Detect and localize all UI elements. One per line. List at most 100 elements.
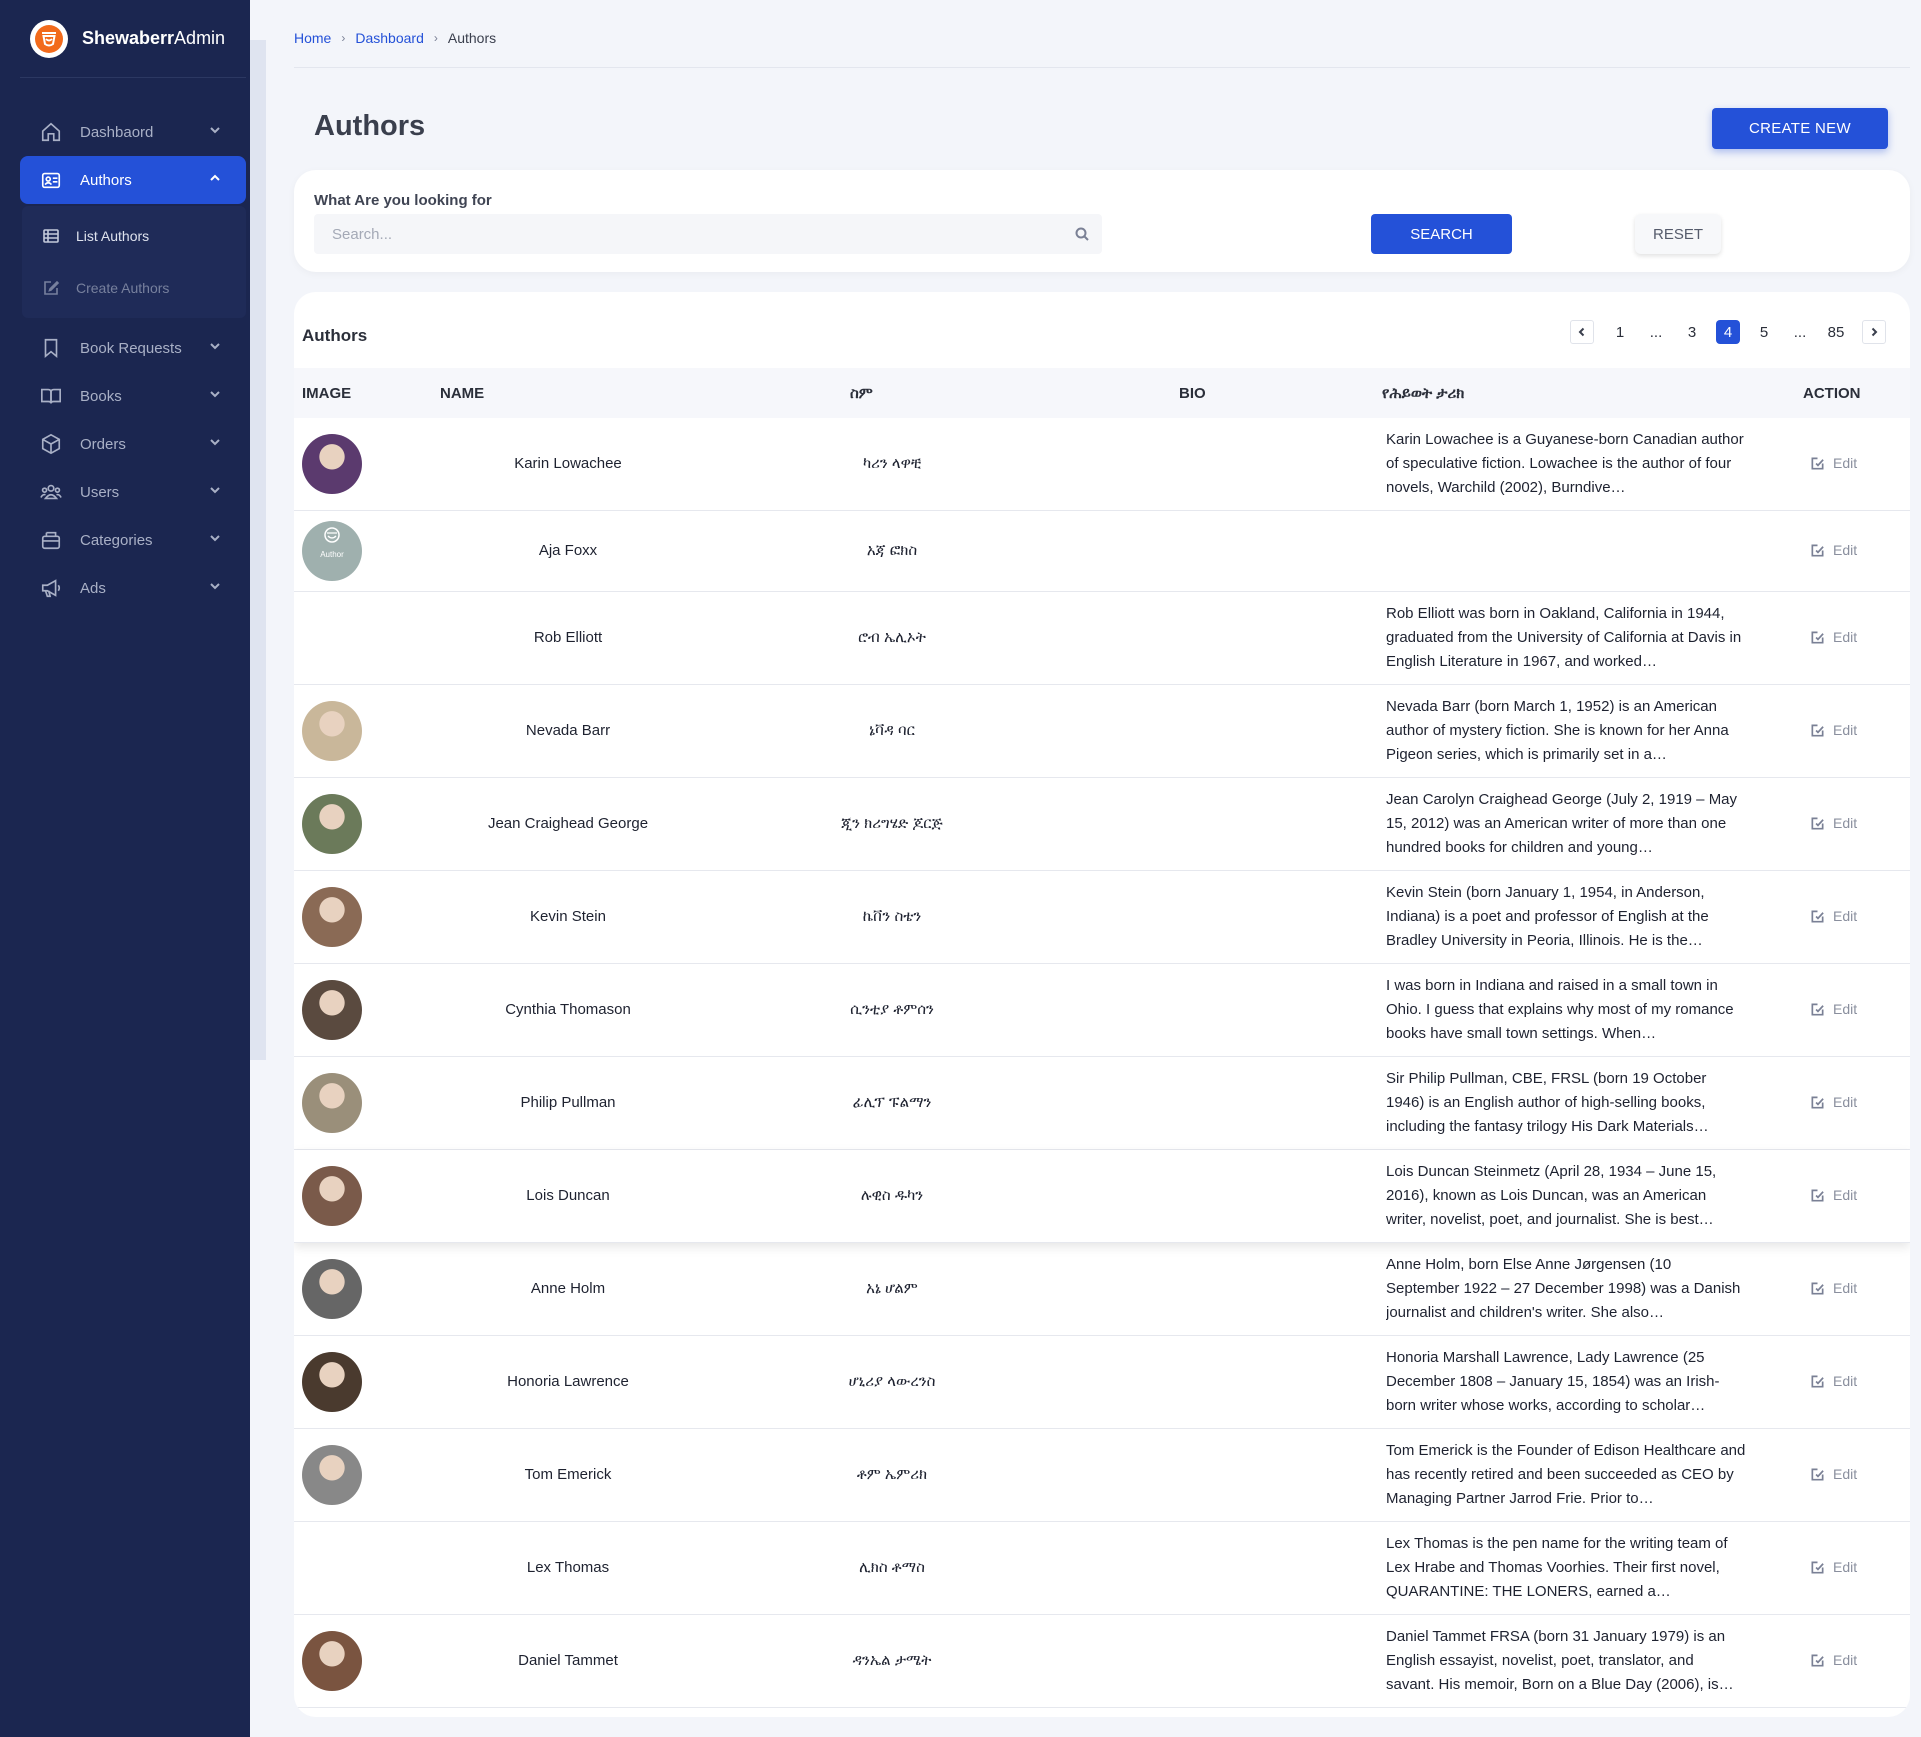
table-row: Cynthia Thomason ሲንቲያ ቶምሰን I was born in I…: [294, 964, 1910, 1057]
chevron-down-icon: [208, 483, 224, 499]
sidebar-item-authors[interactable]: Authors: [20, 156, 246, 204]
table-row: Philip Pullman ፊሊፕ ፑልማን Sir Philip Pullman…: [294, 1057, 1910, 1150]
edit-button[interactable]: Edit: [1810, 1280, 1857, 1296]
sidebar-item-book-requests[interactable]: Book Requests: [20, 324, 246, 372]
breadcrumb-home[interactable]: Home: [294, 30, 331, 46]
author-bio: Nevada Barr (born March 1, 1952) is an A…: [1386, 698, 1729, 763]
edit-label: Edit: [1833, 1373, 1858, 1389]
author-avatar: Author: [302, 521, 362, 581]
create-new-button[interactable]: CREATE NEW: [1712, 108, 1888, 149]
search-input[interactable]: [314, 214, 1054, 254]
breadcrumb: Home › Dashboard › Authors: [294, 30, 496, 46]
page-1[interactable]: 1: [1608, 320, 1632, 344]
sidebar-item-users[interactable]: Users: [20, 468, 246, 516]
layers-icon: [40, 529, 62, 551]
bookmark-icon: [40, 337, 62, 359]
edit-button[interactable]: Edit: [1810, 815, 1857, 831]
edit-label: Edit: [1833, 1652, 1858, 1668]
page-85[interactable]: 85: [1824, 320, 1848, 344]
search-icon[interactable]: [1074, 226, 1090, 242]
page-ellipsis: ...: [1793, 323, 1807, 341]
table-icon: [42, 227, 60, 245]
author-bio: Honoria Marshall Lawrence, Lady Lawrence…: [1386, 1349, 1720, 1414]
author-name-amharic: ጂን ክሪግሄድ ጆርጅ: [841, 815, 943, 832]
author-bio: Rob Elliott was born in Oakland, Califor…: [1386, 605, 1742, 670]
table-row: Karin Lowachee ካሪን ላዋቺ Karin Lowachee is a…: [294, 418, 1910, 511]
sidebar-item-books[interactable]: Books: [20, 372, 246, 420]
page-5[interactable]: 5: [1752, 320, 1776, 344]
edit-icon: [1811, 544, 1824, 556]
edit-button[interactable]: Edit: [1810, 629, 1857, 645]
sidebar-item-label: Categories: [80, 531, 153, 549]
edit-label: Edit: [1833, 1001, 1858, 1017]
edit-button[interactable]: Edit: [1810, 542, 1857, 558]
edit-button[interactable]: Edit: [1810, 1559, 1857, 1575]
edit-button[interactable]: Edit: [1810, 1187, 1857, 1203]
author-avatar: [302, 1166, 362, 1226]
box-icon: [40, 433, 62, 455]
sidebar-subitem-list-authors[interactable]: List Authors: [22, 210, 246, 262]
edit-label: Edit: [1833, 908, 1858, 924]
prev-page-button[interactable]: [1570, 320, 1594, 344]
author-name-amharic: አኔ ሆልም: [866, 1280, 918, 1297]
edit-button[interactable]: Edit: [1810, 1001, 1857, 1017]
author-name: Cynthia Thomason: [505, 1001, 631, 1018]
sidebar-item-orders[interactable]: Orders: [20, 420, 246, 468]
edit-label: Edit: [1833, 1466, 1858, 1482]
authors-subnav: List Authors Create Authors: [22, 206, 246, 318]
edit-label: Edit: [1833, 722, 1858, 738]
sidebar-item-ads[interactable]: Ads: [20, 564, 246, 612]
author-name: Aja Foxx: [538, 542, 598, 559]
page-3[interactable]: 3: [1680, 320, 1704, 344]
sidebar-item-label: Authors: [80, 171, 132, 189]
sidebar-item-label: Dashbaord: [80, 123, 154, 141]
author-name: Kevin Stein: [530, 908, 606, 925]
edit-label: Edit: [1833, 815, 1858, 831]
table-header: IMAGE NAME ስም BIO የሕይወት ታሪክ ACTION: [294, 368, 1910, 418]
sidebar-item-categories[interactable]: Categories: [20, 516, 246, 564]
authors-table-card: Authors 1 ... 3 4 5 ... 85 IMAGE NAME ስም…: [294, 292, 1910, 1717]
author-bio: I was born in Indiana and raised in a sm…: [1386, 977, 1734, 1042]
edit-button[interactable]: Edit: [1810, 1652, 1857, 1668]
edit-button[interactable]: Edit: [1810, 1373, 1857, 1389]
author-name: Philip Pullman: [520, 1094, 616, 1111]
edit-button[interactable]: Edit: [1810, 455, 1857, 471]
chevron-down-icon: [208, 123, 224, 139]
table-row: Tom Emerick ቶም ኤምሪክ Tom Emerick is the Fou…: [294, 1429, 1910, 1522]
author-bio: Anne Holm, born Else Anne Jørgensen (10 …: [1386, 1256, 1741, 1321]
chevron-up-icon: [208, 171, 224, 187]
reset-button[interactable]: RESET: [1635, 214, 1721, 254]
svg-text:Author: Author: [320, 550, 344, 559]
open-book-icon: [40, 385, 62, 407]
sidebar-item-dashboard[interactable]: Dashbaord: [20, 108, 246, 156]
edit-button[interactable]: Edit: [1810, 722, 1857, 738]
main-content: Home › Dashboard › Authors Authors CREAT…: [266, 0, 1921, 1737]
sidebar-item-label: Book Requests: [80, 339, 182, 357]
page-title: Authors: [314, 110, 426, 142]
table-row: Anne Holm አኔ ሆልም Anne Holm, born Else Anne…: [294, 1243, 1910, 1336]
next-page-button[interactable]: [1862, 320, 1886, 344]
author-avatar: [302, 887, 362, 947]
author-bio: Lois Duncan Steinmetz (April 28, 1934 – …: [1386, 1163, 1717, 1228]
users-icon: [40, 481, 62, 503]
author-bio: [1386, 515, 1746, 587]
edit-label: Edit: [1833, 542, 1858, 558]
edit-icon: [1811, 1282, 1824, 1294]
sidebar-item-label: Ads: [80, 579, 106, 597]
author-bio: Lex Thomas is the pen name for the writi…: [1386, 1535, 1728, 1600]
author-name-amharic: ዳንኤል ታሜት: [852, 1652, 932, 1669]
search-button[interactable]: SEARCH: [1371, 214, 1512, 254]
breadcrumb-dashboard[interactable]: Dashboard: [355, 30, 424, 46]
brand[interactable]: ShewaberrAdmin: [20, 0, 246, 78]
chevron-down-icon: [208, 435, 224, 451]
edit-button[interactable]: Edit: [1810, 1466, 1857, 1482]
column-header-image: IMAGE: [302, 385, 352, 402]
sidebar-subitem-create-authors[interactable]: Create Authors: [22, 262, 246, 314]
edit-button[interactable]: Edit: [1810, 1094, 1857, 1110]
author-name: Lois Duncan: [526, 1187, 610, 1204]
edit-button[interactable]: Edit: [1810, 908, 1857, 924]
divider: [294, 67, 1910, 68]
sidebar-item-label: Orders: [80, 435, 126, 453]
page-4-current[interactable]: 4: [1716, 320, 1740, 344]
author-bio: Jean Carolyn Craighead George (July 2, 1…: [1386, 791, 1738, 856]
